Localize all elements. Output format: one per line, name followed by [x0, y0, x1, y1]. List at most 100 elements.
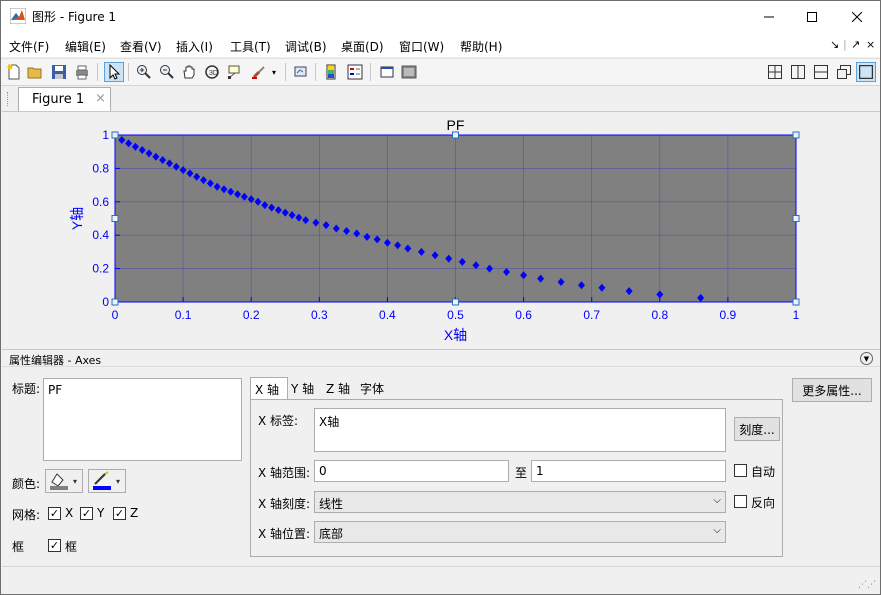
pan-icon[interactable]: [179, 62, 199, 82]
figure-tab-strip: Figure 1 ×: [1, 87, 880, 111]
zoom-in-icon[interactable]: [134, 62, 154, 82]
grid-z-checkbox[interactable]: [113, 507, 126, 520]
float-icon[interactable]: [834, 62, 854, 82]
x-scale-select[interactable]: 线性 ⌵: [314, 491, 726, 513]
x-label-label: X 标签:: [258, 414, 299, 428]
save-icon[interactable]: [49, 62, 69, 82]
x-tick-label: 0.6: [515, 308, 532, 322]
auto-label: 自动: [751, 465, 776, 479]
menu-edit[interactable]: 编辑(E): [65, 38, 106, 55]
x-tick-label: 0.8: [651, 308, 668, 322]
toolbar-separator: [370, 63, 371, 81]
title-field[interactable]: PF: [43, 378, 242, 461]
tile-rows-icon[interactable]: [811, 62, 831, 82]
x-scale-value: 线性: [319, 497, 344, 511]
legend-icon[interactable]: [345, 62, 365, 82]
menu-insert[interactable]: 插入(I): [176, 38, 213, 55]
fill-color-button[interactable]: ▾: [45, 469, 83, 493]
window-title: 图形 - Figure 1: [32, 10, 117, 24]
menu-window[interactable]: 窗口(W): [399, 38, 444, 55]
minimize-icon[interactable]: [746, 1, 792, 32]
x-tick-label: 0.1: [175, 308, 192, 322]
colorbar-icon[interactable]: [321, 62, 341, 82]
menu-help[interactable]: 帮助(H): [460, 38, 502, 55]
x-tick-label: 0.4: [379, 308, 396, 322]
box-checkbox[interactable]: [48, 539, 61, 552]
x-tick-label: 0.7: [583, 308, 600, 322]
menu-bar: 文件(F) 编辑(E) 查看(V) 插入(I) 工具(T) 调试(B) 桌面(D…: [1, 32, 880, 57]
x-location-select[interactable]: 底部 ⌵: [314, 521, 726, 543]
svg-text:3D: 3D: [209, 70, 218, 77]
chevron-down-icon: ⌵: [713, 495, 721, 506]
x-range-label: X 轴范围:: [258, 466, 311, 480]
x-range-min-input[interactable]: 0: [314, 460, 509, 482]
chart-title: PF: [447, 117, 465, 133]
tile-columns-icon[interactable]: [788, 62, 808, 82]
maximize-plot-icon[interactable]: [856, 62, 876, 82]
selection-handle: [111, 131, 119, 139]
toolbar-separator: [128, 63, 129, 81]
selection-handle: [792, 131, 800, 139]
y-tick-label: 0: [102, 295, 109, 309]
x-label-field[interactable]: X轴: [314, 408, 726, 452]
maximize-icon[interactable]: [789, 1, 835, 32]
tab-close-icon[interactable]: ×: [95, 91, 106, 106]
y-axis-label: Y轴: [69, 207, 85, 230]
reverse-checkbox[interactable]: [734, 495, 747, 508]
y-tick-label: 0.6: [92, 195, 109, 209]
chart[interactable]: 0 0.1 0.2 0.3 0.4 0.5 0.6 0.7 0.8 0.9 1 0 0.2 0.4 0.6 0…: [2, 112, 880, 350]
menu-view[interactable]: 查看(V): [120, 38, 162, 55]
chevron-down-icon: ⌵: [713, 525, 721, 536]
drag-grip[interactable]: [7, 92, 9, 106]
grid-y-checkbox[interactable]: [80, 507, 93, 520]
property-editor: 标题: PF 颜色: ▾ ▾ 网格: X Y Z 框 框 X 轴 Y 轴 Z 轴…: [2, 368, 880, 565]
menu-separator: |: [843, 38, 847, 51]
open-icon[interactable]: [25, 62, 45, 82]
tab-label: Figure 1: [32, 92, 85, 107]
tab-figure-1[interactable]: Figure 1 ×: [18, 87, 111, 111]
brush-dropdown-icon[interactable]: ▾: [269, 62, 279, 82]
status-bar: ⋰⋰: [2, 566, 880, 594]
close-icon[interactable]: ×: [866, 38, 875, 51]
tab-x-axis[interactable]: X 轴: [250, 377, 288, 399]
new-figure-icon[interactable]: [4, 62, 24, 82]
hide-plot-tools-icon[interactable]: [377, 62, 397, 82]
y-tick-label: 0.4: [92, 228, 109, 242]
undock-icon[interactable]: ↗: [851, 38, 860, 51]
box-check-label: 框: [65, 540, 78, 554]
auto-checkbox[interactable]: [734, 464, 747, 477]
print-icon[interactable]: [72, 62, 92, 82]
title-label: 标题:: [12, 382, 41, 396]
select-pointer-icon[interactable]: [104, 62, 124, 82]
data-cursor-icon[interactable]: [225, 62, 245, 82]
toolbar-separator: [285, 63, 286, 81]
menu-desktop[interactable]: 桌面(D): [341, 38, 384, 55]
color-label: 颜色:: [12, 477, 41, 491]
line-color-icon: ▾: [93, 471, 120, 490]
close-icon[interactable]: [834, 1, 880, 32]
tab-font[interactable]: 字体: [356, 377, 388, 399]
show-plot-tools-icon[interactable]: [399, 62, 419, 82]
x-tick-label: 0.5: [447, 308, 464, 322]
range-to-label: 至: [515, 466, 528, 480]
resize-grip-icon[interactable]: ⋰⋰: [858, 580, 876, 590]
more-properties-button[interactable]: 更多属性...: [792, 378, 872, 402]
rotate-3d-icon[interactable]: 3D: [202, 62, 222, 82]
zoom-out-icon[interactable]: [157, 62, 177, 82]
menu-debug[interactable]: 调试(B): [285, 38, 327, 55]
tile-2x2-icon[interactable]: [765, 62, 785, 82]
selection-handle: [111, 298, 119, 306]
line-color-button[interactable]: ▾: [88, 469, 126, 493]
menu-file[interactable]: 文件(F): [9, 38, 49, 55]
tab-y-axis[interactable]: Y 轴: [287, 377, 318, 399]
fill-color-icon: ▾: [50, 473, 77, 490]
dock-icon[interactable]: ↘: [830, 38, 839, 51]
grid-x-checkbox[interactable]: [48, 507, 61, 520]
menu-tools[interactable]: 工具(T): [230, 38, 271, 55]
collapse-icon[interactable]: ▼: [860, 352, 873, 365]
brush-icon[interactable]: [249, 62, 269, 82]
x-range-max-input[interactable]: 1: [531, 460, 726, 482]
link-plot-icon[interactable]: [291, 62, 311, 82]
ticks-button[interactable]: 刻度...: [734, 417, 780, 441]
tab-z-axis[interactable]: Z 轴: [322, 377, 354, 399]
